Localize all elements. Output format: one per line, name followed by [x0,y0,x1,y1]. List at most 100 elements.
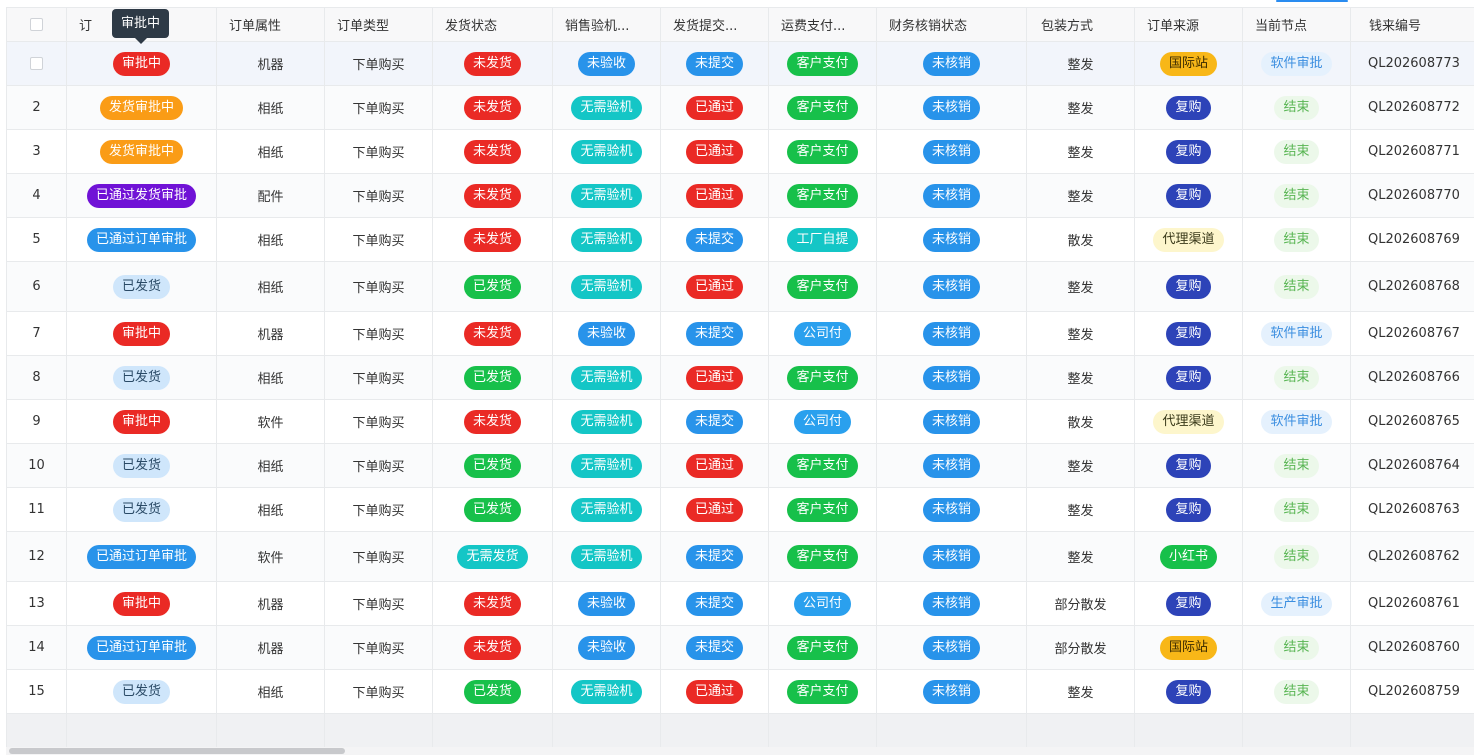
order-status-tag: 审批中 [112,591,170,616]
node-tag: 软件审批 [1261,51,1332,76]
order-type-cell: 下单购买 [352,504,405,519]
qian-no-cell: QL202608764 [1368,458,1460,473]
no-cell: 15 [7,670,67,714]
node-cell: 结束 [1243,444,1351,488]
order-type-cell: 下单购买 [352,372,405,387]
no-cell: 5 [7,218,67,262]
table-row[interactable]: 9 审批中 软件 下单购买 未发货 无需验机 未提交 公司付 未核销 散发 代理渠道 软件审批 QL20… [7,400,1474,444]
sales-cell: 无需验机 [553,218,661,262]
header-select-all-cell[interactable] [7,8,67,42]
header-node[interactable]: 当前节点 [1243,8,1351,42]
table-row[interactable]: 15 已发货 相纸 下单购买 已发货 无需验机 已通过 客户支付 未核销 整发 复购 结束 QL2026… [7,670,1474,714]
table-row[interactable]: 5 已通过订单审批 相纸 下单购买 未发货 无需验机 未提交 工厂自提 未核销 散发 代理渠道 结束 Q… [7,218,1474,262]
sales-cell: 未验收 [553,582,661,626]
source-tag: 复购 [1166,453,1211,478]
ship-submit-tag: 已通过 [685,139,743,164]
table-row[interactable]: 11 已发货 相纸 下单购买 已发货 无需验机 已通过 客户支付 未核销 整发 复购 结束 QL2026… [7,488,1474,532]
header-ship-submit[interactable]: 发货提交... [661,8,769,42]
table-row[interactable]: 10 已发货 相纸 下单购买 已发货 无需验机 已通过 客户支付 未核销 整发 复购 结束 QL2026… [7,444,1474,488]
table-row[interactable]: 2 发货审批中 相纸 下单购买 未发货 无需验机 已通过 客户支付 未核销 整发 复购 结束 QL202… [7,86,1474,130]
order-type-cell: 下单购买 [352,416,405,431]
source-cell: 代理渠道 [1135,400,1243,444]
order-type-cell: 下单购买 [352,102,405,117]
header-freight[interactable]: 运费支付... [769,8,877,42]
ship-cell: 无需发货 [433,532,553,582]
table-row[interactable]: 7 审批中 机器 下单购买 未发货 未验收 未提交 公司付 未核销 整发 复购 软件审批 QL20260… [7,312,1474,356]
attr-cell: 机器 [217,582,325,626]
finance-tag: 未核销 [922,453,980,478]
row-checkbox[interactable] [30,57,43,70]
finance-cell: 未核销 [877,312,1027,356]
type-cell: 下单购买 [325,444,433,488]
submit-cell: 已通过 [661,262,769,312]
ship-status-tag: 无需发货 [457,544,528,569]
source-tag: 代理渠道 [1153,227,1224,252]
order-type-cell: 下单购买 [352,234,405,249]
header-source[interactable]: 订单来源 [1135,8,1243,42]
pack-cell: 整发 [1027,488,1135,532]
submit-cell: 已通过 [661,356,769,400]
type-cell: 下单购买 [325,488,433,532]
row-index-cell: 3 [32,144,41,159]
header-sales-check[interactable]: 销售验机... [553,8,661,42]
pack-cell: 整发 [1027,262,1135,312]
table-row[interactable]: 审批中 机器 下单购买 未发货 未验收 未提交 客户支付 未核销 整发 国际站 软件审批 QL2026… [7,42,1474,86]
sales-check-tag: 无需验机 [571,544,642,569]
header-ship-status[interactable]: 发货状态 [433,8,553,42]
sales-cell: 无需验机 [553,262,661,312]
packing-cell: 散发 [1067,234,1094,249]
node-cell: 软件审批 [1243,312,1351,356]
packing-cell: 整发 [1067,504,1094,519]
order-attr-cell: 机器 [257,58,284,73]
node-tag: 结束 [1274,227,1319,252]
node-cell: 软件审批 [1243,400,1351,444]
finance-cell: 未核销 [877,670,1027,714]
source-tag: 复购 [1166,139,1211,164]
order-attr-cell: 相纸 [257,281,284,296]
ship-status-tag: 已发货 [463,453,521,478]
table-row[interactable]: 4 已通过发货审批 配件 下单购买 未发货 无需验机 已通过 客户支付 未核销 整发 复购 结束 QL2… [7,174,1474,218]
freight-tag: 客户支付 [787,365,858,390]
order-attr-cell: 机器 [257,328,284,343]
ship-cell: 未发货 [433,42,553,86]
table-row[interactable]: 8 已发货 相纸 下单购买 已发货 无需验机 已通过 客户支付 未核销 整发 复购 结束 QL20260… [7,356,1474,400]
status-cell: 审批中 [67,42,217,86]
no-cell[interactable] [7,42,67,86]
table-row[interactable]: 14 已通过订单审批 机器 下单购买 未发货 未验收 未提交 客户支付 未核销 部分散发 国际站 结束… [7,626,1474,670]
qian-cell: QL202608768 [1351,262,1474,312]
qian-no-cell: QL202608771 [1368,144,1460,159]
status-tooltip: 审批中 [112,9,170,38]
attr-cell: 相纸 [217,670,325,714]
table-row[interactable]: 13 审批中 机器 下单购买 未发货 未验收 未提交 公司付 未核销 部分散发 复购 生产审批 QL20… [7,582,1474,626]
horizontal-scrollbar-thumb[interactable] [9,748,345,754]
table-row[interactable]: 3 发货审批中 相纸 下单购买 未发货 无需验机 已通过 客户支付 未核销 整发 复购 结束 QL202… [7,130,1474,174]
attr-cell: 相纸 [217,262,325,312]
sales-check-tag: 无需验机 [571,227,642,252]
header-packing[interactable]: 包装方式 [1027,8,1135,42]
order-attr-cell: 相纸 [257,460,284,475]
node-tag: 软件审批 [1261,321,1332,346]
qian-no-cell: QL202608767 [1368,326,1460,341]
order-type-cell: 下单购买 [352,598,405,613]
finance-cell: 未核销 [877,444,1027,488]
header-finance[interactable]: 财务核销状态 [877,8,1027,42]
row-index-cell: 15 [28,684,45,699]
source-tag: 复购 [1166,95,1211,120]
node-cell: 结束 [1243,532,1351,582]
table-row[interactable]: 12 已通过订单审批 软件 下单购买 无需发货 无需验机 未提交 客户支付 未核销 整发 小红书 结束… [7,532,1474,582]
source-cell: 复购 [1135,356,1243,400]
header-qian-no[interactable]: 钱来编号 [1351,8,1474,42]
freight-tag: 客户支付 [787,544,858,569]
ship-cell: 未发货 [433,218,553,262]
select-all-checkbox[interactable] [30,18,43,31]
finance-cell: 未核销 [877,626,1027,670]
qian-no-cell: QL202608762 [1368,549,1460,564]
table-row[interactable]: 6 已发货 相纸 下单购买 已发货 无需验机 已通过 客户支付 未核销 整发 复购 结束 QL20260… [7,262,1474,312]
header-order-type[interactable]: 订单类型 [325,8,433,42]
node-tag: 结束 [1274,497,1319,522]
header-order-attr[interactable]: 订单属性 [217,8,325,42]
source-tag: 国际站 [1159,51,1217,76]
sales-cell: 无需验机 [553,86,661,130]
freight-cell: 公司付 [769,400,877,444]
status-cell: 已发货 [67,262,217,312]
